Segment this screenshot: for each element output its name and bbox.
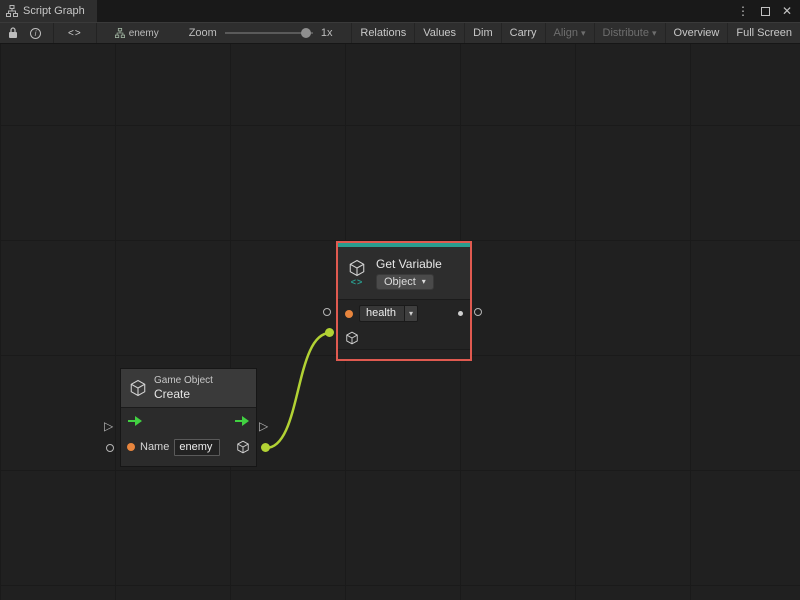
graph-toolbar: i <> enemy Zoom 1x Relations Values Dim … <box>0 22 800 44</box>
variable-scope-dropdown[interactable]: Object ▾ <box>376 274 434 290</box>
value-output-port[interactable] <box>458 311 463 316</box>
overview-button[interactable]: Overview <box>665 23 728 43</box>
toolbar-buttons: Relations Values Dim Carry Align ▾ Distr… <box>351 23 800 43</box>
value-input-port[interactable] <box>345 310 353 318</box>
toolbar-separator <box>53 23 54 43</box>
flow-port-row <box>121 408 256 434</box>
get-variable-left-port[interactable] <box>323 308 331 316</box>
cube-icon <box>129 379 147 397</box>
values-button[interactable]: Values <box>414 23 464 43</box>
variable-name-dropdown[interactable]: health ▾ <box>359 305 418 322</box>
create-node-header[interactable]: Game Object Create <box>121 369 256 407</box>
node-title: Create <box>154 387 213 401</box>
distribute-button[interactable]: Distribute ▾ <box>594 23 665 43</box>
node-footer <box>338 350 470 359</box>
get-variable-output-port[interactable] <box>474 308 482 316</box>
align-button[interactable]: Align ▾ <box>545 23 594 43</box>
flow-input-port[interactable]: ▷ <box>104 420 113 432</box>
close-icon[interactable]: ✕ <box>782 5 792 17</box>
graph-asset-icon <box>115 28 125 38</box>
get-variable-object-input-port[interactable] <box>325 328 334 337</box>
title-bar: Script Graph ⋮ ✕ <box>0 0 800 22</box>
name-input-field[interactable]: enemy <box>174 439 220 456</box>
graph-canvas[interactable]: <> Get Variable Object ▾ health ▾ <box>0 44 800 600</box>
code-icon[interactable]: <> <box>68 23 82 43</box>
zoom-label: Zoom <box>189 23 217 43</box>
create-object-output-port[interactable] <box>261 443 270 452</box>
flow-output-port[interactable]: ▷ <box>259 420 268 432</box>
variable-name-row: health ▾ <box>338 300 470 327</box>
chevron-down-icon: ▾ <box>404 306 417 321</box>
node-title: Get Variable <box>376 257 442 271</box>
name-input-port[interactable] <box>127 443 135 451</box>
get-variable-header[interactable]: <> Get Variable Object ▾ <box>338 247 470 299</box>
fullscreen-button[interactable]: Full Screen <box>727 23 800 43</box>
create-game-object-node[interactable]: Game Object Create Name enemy <box>120 368 257 467</box>
carry-button[interactable]: Carry <box>501 23 545 43</box>
script-graph-icon <box>6 5 18 17</box>
zoom-slider[interactable] <box>225 32 313 34</box>
info-icon[interactable]: i <box>30 23 41 43</box>
maximize-icon[interactable] <box>761 7 770 16</box>
lock-icon[interactable] <box>8 23 18 43</box>
game-object-output-icon[interactable] <box>236 440 250 454</box>
tab-script-graph[interactable]: Script Graph <box>0 0 97 22</box>
chevron-down-icon: ▾ <box>422 277 426 286</box>
node-category: Game Object <box>154 375 213 386</box>
zoom-value: 1x <box>321 23 333 43</box>
window-controls: ⋮ ✕ <box>737 5 800 17</box>
name-label: Name <box>140 441 169 453</box>
cube-icon <box>348 259 366 277</box>
kebab-menu-icon[interactable]: ⋮ <box>737 5 749 17</box>
graph-name[interactable]: enemy <box>115 28 159 39</box>
node-footer <box>121 460 256 466</box>
relations-button[interactable]: Relations <box>351 23 414 43</box>
toolbar-separator <box>96 23 97 43</box>
connection-wire[interactable] <box>266 333 330 448</box>
flow-output-arrow-icon[interactable] <box>234 416 250 426</box>
zoom-slider-thumb[interactable] <box>301 28 311 38</box>
graph-name-label: enemy <box>129 28 159 39</box>
tab-title: Script Graph <box>23 5 85 17</box>
dim-button[interactable]: Dim <box>464 23 501 43</box>
variable-badge-icon: <> <box>351 277 364 287</box>
flow-input-arrow-icon[interactable] <box>127 416 143 426</box>
script-graph-window: Script Graph ⋮ ✕ i <> enemy <box>0 0 800 600</box>
game-object-port-icon[interactable] <box>345 331 359 345</box>
object-port-row <box>338 327 470 349</box>
chevron-down-icon: ▾ <box>652 28 657 39</box>
chevron-down-icon: ▾ <box>581 28 586 39</box>
get-variable-node[interactable]: <> Get Variable Object ▾ health ▾ <box>336 241 472 361</box>
create-name-port[interactable] <box>106 444 114 452</box>
name-row: Name enemy <box>121 434 256 460</box>
